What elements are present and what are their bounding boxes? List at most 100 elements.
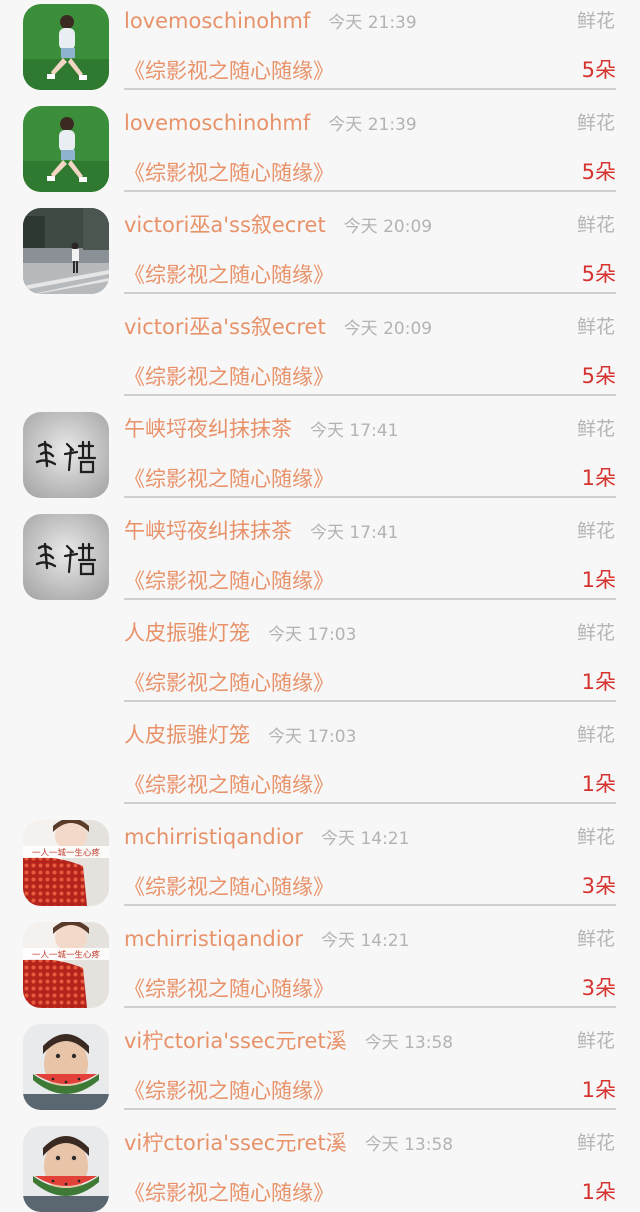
user-name[interactable]: mchirristiqandior 今天 14:21 xyxy=(124,926,409,954)
gift-type-label: 鲜花 xyxy=(576,928,615,950)
user-name-text[interactable]: mchirristiqandior xyxy=(124,927,303,951)
row-divider xyxy=(124,1006,616,1008)
gift-type-label: 鲜花 xyxy=(576,622,615,644)
gift-record-row[interactable]: vi柠ctoria'ssec元ret溪 今天 13:58 鲜花 《综影视之随心随缘… xyxy=(0,1020,640,1122)
gift-record-row[interactable]: victori巫a'ss叙ecret 今天 20:09 鲜花 《综影视之随心随缘》… xyxy=(0,306,640,408)
user-avatar[interactable] xyxy=(23,106,109,192)
red-dots-avatar: 一人一城一生心疼 xyxy=(23,922,109,1008)
user-name[interactable]: lovemoschinohmf 今天 21:39 xyxy=(124,8,417,36)
gift-record-row[interactable]: 一人一城一生心疼 mchirristiqandior 今天 14:21 鲜花 《综… xyxy=(0,918,640,1020)
user-name[interactable]: mchirristiqandior 今天 14:21 xyxy=(124,824,409,852)
user-name-text[interactable]: vi柠ctoria'ssec元ret溪 xyxy=(124,1131,347,1155)
girl-green-avatar xyxy=(23,106,109,192)
gift-count: 1朵 xyxy=(581,568,616,592)
gift-count: 1朵 xyxy=(581,1078,616,1102)
row-divider xyxy=(124,88,616,90)
gift-type-label: 鲜花 xyxy=(576,316,615,338)
user-name[interactable]: 人皮振骓灯笼 今天 17:03 xyxy=(124,620,356,648)
gift-time: 今天 20:09 xyxy=(343,217,433,237)
gift-count: 1朵 xyxy=(581,466,616,490)
user-name-text[interactable]: mchirristiqandior xyxy=(124,825,303,849)
user-avatar[interactable] xyxy=(23,208,109,294)
book-title-link[interactable]: 《综影视之随心随缘》 xyxy=(124,976,334,1002)
gift-type-label: 鲜花 xyxy=(576,826,615,848)
book-title-link[interactable]: 《综影视之随心随缘》 xyxy=(124,1078,334,1104)
girl-green-avatar xyxy=(23,4,109,90)
user-name-text[interactable]: 人皮振骓灯笼 xyxy=(124,621,250,645)
gift-type-label: 鲜花 xyxy=(576,112,615,134)
user-name-text[interactable]: victori巫a'ss叙ecret xyxy=(124,315,326,339)
gift-time: 今天 17:03 xyxy=(268,727,357,747)
book-title-link[interactable]: 《综影视之随心随缘》 xyxy=(124,466,334,492)
row-divider xyxy=(124,700,616,702)
row-divider xyxy=(124,190,616,192)
user-name[interactable]: victori巫a'ss叙ecret 今天 20:09 xyxy=(124,314,432,342)
gift-record-row[interactable]: 人皮振骓灯笼 今天 17:03 鲜花 《综影视之随心随缘》 1朵 xyxy=(0,612,640,714)
gift-record-list: lovemoschinohmf 今天 21:39 鲜花 《综影视之随心随缘》 5朵… xyxy=(0,0,640,1212)
street-photo-avatar xyxy=(23,208,109,294)
gift-record-row[interactable]: victori巫a'ss叙ecret 今天 20:09 鲜花 《综影视之随心随缘》… xyxy=(0,204,640,306)
row-divider xyxy=(124,394,616,396)
gift-record-row[interactable]: lovemoschinohmf 今天 21:39 鲜花 《综影视之随心随缘》 5朵 xyxy=(0,0,640,102)
gift-count: 5朵 xyxy=(581,58,616,82)
user-avatar[interactable] xyxy=(23,412,109,498)
gift-record-row[interactable]: lovemoschinohmf 今天 21:39 鲜花 《综影视之随心随缘》 5朵 xyxy=(0,102,640,204)
gift-count: 1朵 xyxy=(581,772,616,796)
user-name-text[interactable]: lovemoschinohmf xyxy=(124,9,310,33)
gift-time: 今天 21:39 xyxy=(328,13,417,33)
user-name-text[interactable]: 午峡埒夜纠抹抹茶 xyxy=(124,519,292,543)
book-title-link[interactable]: 《综影视之随心随缘》 xyxy=(124,874,334,900)
user-name-text[interactable]: 午峡埒夜纠抹抹茶 xyxy=(124,417,292,441)
user-name-text[interactable]: victori巫a'ss叙ecret xyxy=(124,213,326,237)
gift-record-row[interactable]: 人皮振骓灯笼 今天 17:03 鲜花 《综影视之随心随缘》 1朵 xyxy=(0,714,640,816)
gift-type-label: 鲜花 xyxy=(576,1030,615,1052)
user-name[interactable]: vi柠ctoria'ssec元ret溪 今天 13:58 xyxy=(124,1130,453,1158)
book-title-link[interactable]: 《综影视之随心随缘》 xyxy=(124,160,334,186)
gift-record-row[interactable]: 午峡埒夜纠抹抹茶 今天 17:41 鲜花 《综影视之随心随缘》 1朵 xyxy=(0,408,640,510)
user-avatar[interactable] xyxy=(23,514,109,600)
user-avatar[interactable] xyxy=(23,1126,109,1212)
book-title-link[interactable]: 《综影视之随心随缘》 xyxy=(124,568,334,594)
book-title-link[interactable]: 《综影视之随心随缘》 xyxy=(124,364,334,390)
gift-count: 5朵 xyxy=(581,160,616,184)
row-divider xyxy=(124,496,616,498)
user-name-text[interactable]: vi柠ctoria'ssec元ret溪 xyxy=(124,1029,347,1053)
gift-record-row[interactable]: 午峡埒夜纠抹抹茶 今天 17:41 鲜花 《综影视之随心随缘》 1朵 xyxy=(0,510,640,612)
user-name[interactable]: 人皮振骓灯笼 今天 17:03 xyxy=(124,722,356,750)
gift-type-label: 鲜花 xyxy=(576,520,615,542)
user-avatar[interactable] xyxy=(23,4,109,90)
gift-record-row[interactable]: vi柠ctoria'ssec元ret溪 今天 13:58 鲜花 《综影视之随心随缘… xyxy=(0,1122,640,1212)
row-divider xyxy=(124,598,616,600)
row-divider xyxy=(124,802,616,804)
book-title-link[interactable]: 《综影视之随心随缘》 xyxy=(124,58,334,84)
gift-time: 今天 17:03 xyxy=(268,625,357,645)
calligraphy-avatar xyxy=(23,412,109,498)
user-name-text[interactable]: 人皮振骓灯笼 xyxy=(124,723,250,747)
book-title-link[interactable]: 《综影视之随心随缘》 xyxy=(124,1180,334,1206)
user-name[interactable]: 午峡埒夜纠抹抹茶 今天 17:41 xyxy=(124,518,398,546)
gift-count: 3朵 xyxy=(581,976,616,1000)
book-title-link[interactable]: 《综影视之随心随缘》 xyxy=(124,772,334,798)
gift-time: 今天 20:09 xyxy=(343,319,433,339)
gift-count: 1朵 xyxy=(581,1180,616,1204)
gift-count: 1朵 xyxy=(581,670,616,694)
gift-time: 今天 21:39 xyxy=(328,115,417,135)
user-avatar[interactable]: 一人一城一生心疼 xyxy=(23,922,109,1008)
gift-time: 今天 14:21 xyxy=(321,931,410,951)
user-avatar[interactable]: 一人一城一生心疼 xyxy=(23,820,109,906)
book-title-link[interactable]: 《综影视之随心随缘》 xyxy=(124,262,334,288)
user-name[interactable]: lovemoschinohmf 今天 21:39 xyxy=(124,110,417,138)
user-avatar[interactable] xyxy=(23,1024,109,1110)
user-name-text[interactable]: lovemoschinohmf xyxy=(124,111,310,135)
user-name[interactable]: victori巫a'ss叙ecret 今天 20:09 xyxy=(124,212,432,240)
gift-record-row[interactable]: 一人一城一生心疼 mchirristiqandior 今天 14:21 鲜花 《综… xyxy=(0,816,640,918)
user-name[interactable]: 午峡埒夜纠抹抹茶 今天 17:41 xyxy=(124,416,398,444)
avatar-caption: 一人一城一生心疼 xyxy=(32,848,101,859)
user-name[interactable]: vi柠ctoria'ssec元ret溪 今天 13:58 xyxy=(124,1028,453,1056)
gift-type-label: 鲜花 xyxy=(576,214,615,236)
row-divider xyxy=(124,904,616,906)
book-title-link[interactable]: 《综影视之随心随缘》 xyxy=(124,670,334,696)
watermelon-man-avatar xyxy=(23,1126,109,1212)
calligraphy-avatar xyxy=(23,514,109,600)
row-divider xyxy=(124,292,616,294)
